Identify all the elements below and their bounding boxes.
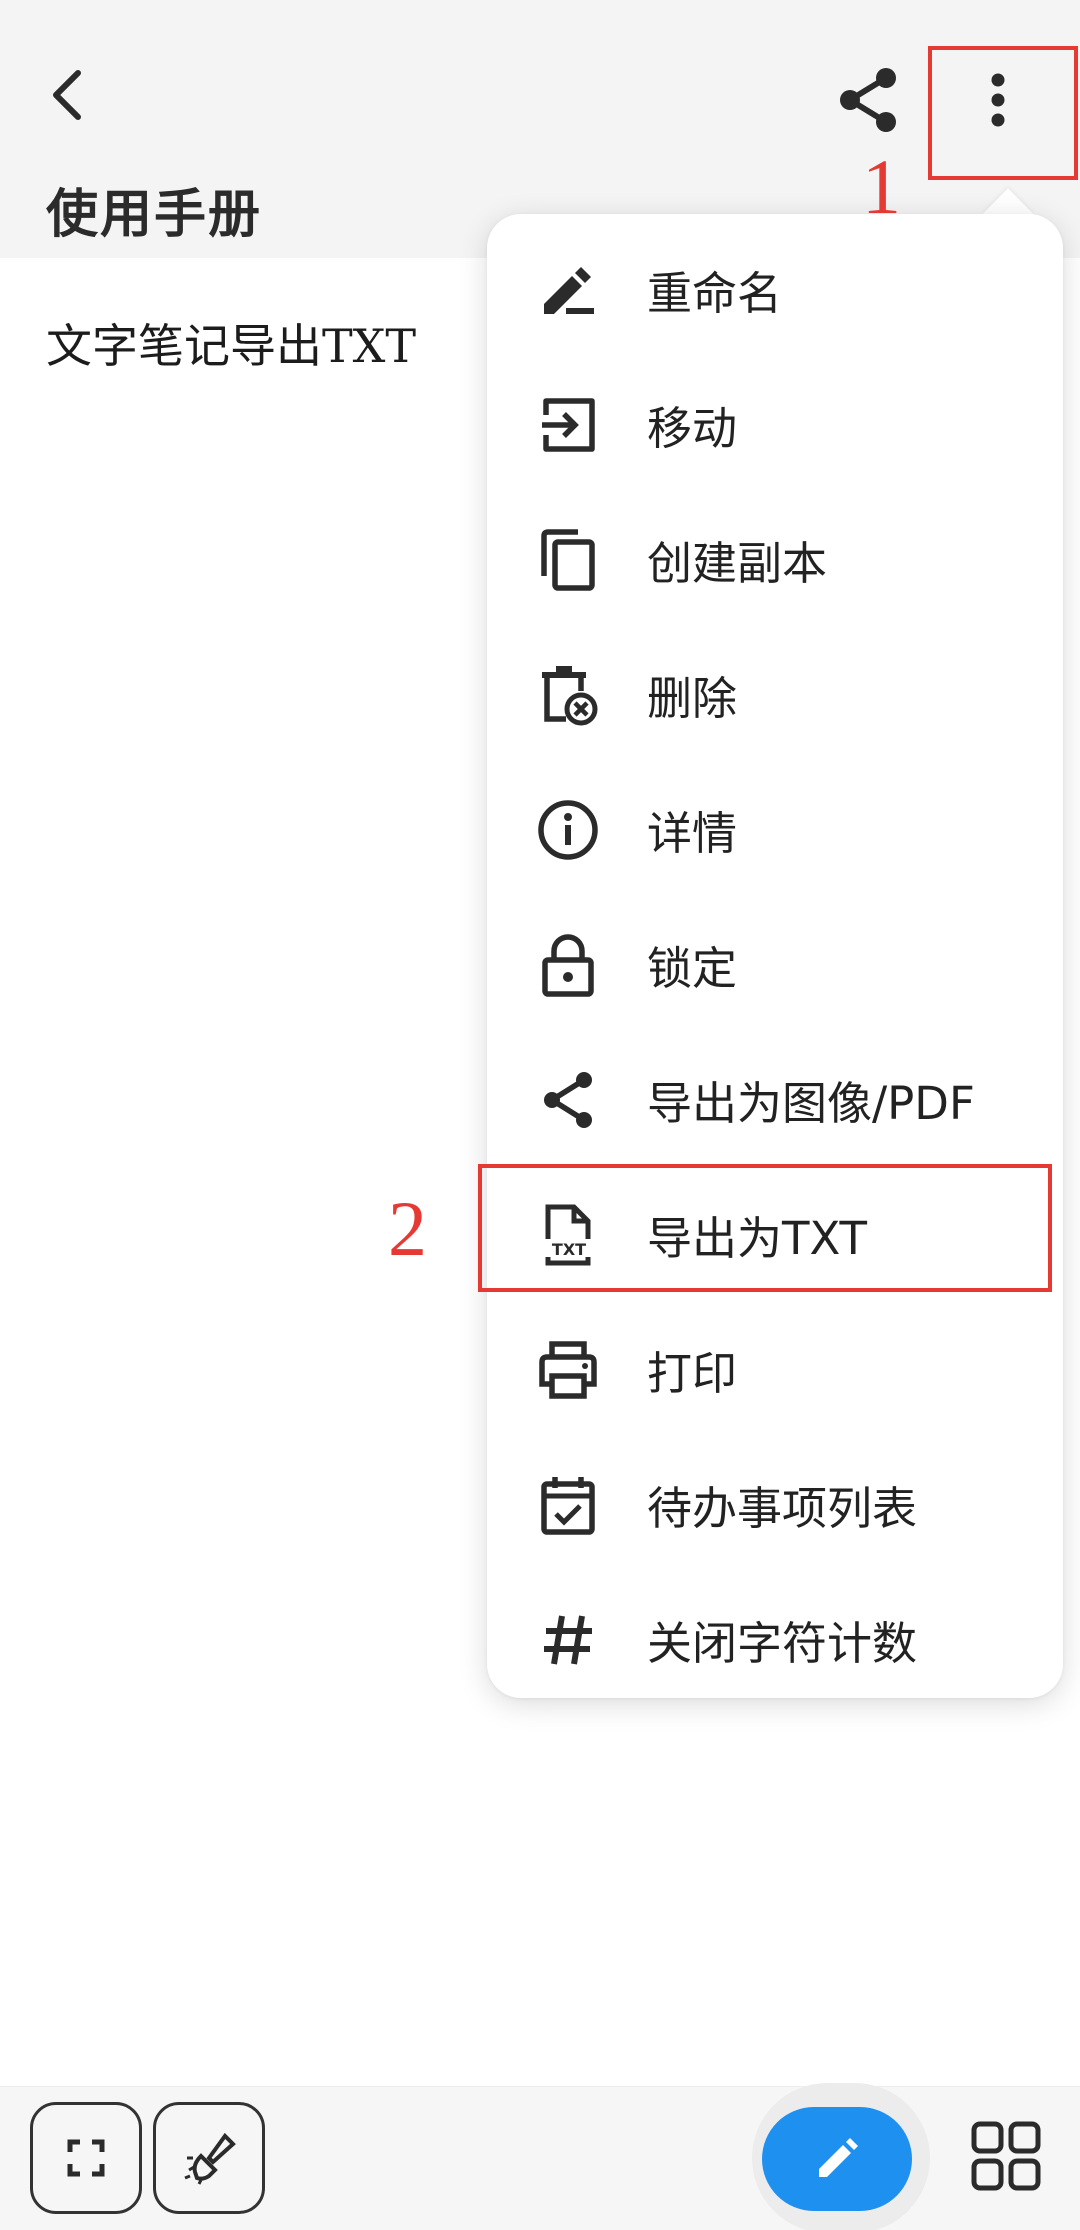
menu-item-label: 待办事项列表	[647, 1482, 918, 1535]
back-arrow-icon	[53, 70, 81, 120]
hash-icon	[535, 1607, 601, 1673]
annotation-box-2	[478, 1164, 1052, 1292]
fullscreen-icon	[67, 2139, 105, 2177]
menu-item-move[interactable]: 移动	[487, 357, 1063, 492]
menu-item-label: 重命名	[647, 267, 783, 320]
menu-item-delete[interactable]: 删除	[487, 627, 1063, 762]
grid-view-button[interactable]	[968, 2118, 1044, 2194]
format-brush-button[interactable]	[153, 2102, 265, 2214]
menu-item-label: 移动	[647, 402, 738, 455]
share-icon	[535, 1067, 601, 1133]
menu-item-label: 打印	[647, 1347, 738, 1400]
menu-item-lock[interactable]: 锁定	[487, 897, 1063, 1032]
fullscreen-button[interactable]	[30, 2102, 142, 2214]
menu-item-print[interactable]: 打印	[487, 1302, 1063, 1437]
annotation-number-1: 1	[862, 143, 901, 230]
menu-item-todo-list[interactable]: 待办事项列表	[487, 1437, 1063, 1572]
move-icon	[535, 392, 601, 458]
menu-item-label: 创建副本	[647, 537, 828, 590]
back-button[interactable]	[40, 62, 96, 128]
info-icon	[535, 797, 601, 863]
menu-item-export-image-pdf[interactable]: 导出为图像/PDF	[487, 1032, 1063, 1167]
annotation-box-1	[928, 46, 1078, 180]
delete-icon	[535, 662, 601, 728]
rename-icon	[535, 257, 601, 323]
menu-item-label: 删除	[647, 672, 738, 725]
annotation-number-2: 2	[388, 1185, 427, 1272]
overflow-menu: 重命名 移动 创建副本 删除 详情 锁定 导出为图像/PDF TXT 导出为TX…	[487, 214, 1063, 1698]
menu-item-copy[interactable]: 创建副本	[487, 492, 1063, 627]
menu-item-label: 锁定	[647, 942, 738, 995]
page-title: 使用手册	[46, 185, 263, 245]
lock-icon	[535, 932, 601, 998]
menu-item-char-count[interactable]: 关闭字符计数	[487, 1572, 1063, 1707]
copy-icon	[535, 527, 601, 593]
menu-item-details[interactable]: 详情	[487, 762, 1063, 897]
menu-item-label: 详情	[647, 807, 738, 860]
menu-item-label: 导出为图像/PDF	[647, 1077, 975, 1130]
share-button[interactable]	[836, 64, 900, 136]
share-icon	[840, 68, 896, 132]
menu-item-rename[interactable]: 重命名	[487, 222, 1063, 357]
note-content[interactable]: 文字笔记导出TXT	[46, 310, 416, 376]
edit-fab-button[interactable]	[762, 2107, 912, 2211]
grid-icon	[971, 2121, 1041, 2191]
menu-item-label: 关闭字符计数	[647, 1617, 918, 1670]
pencil-icon	[819, 2138, 858, 2177]
print-icon	[535, 1337, 601, 1403]
todo-calendar-icon	[535, 1472, 601, 1538]
magic-brush-icon	[184, 2132, 236, 2185]
